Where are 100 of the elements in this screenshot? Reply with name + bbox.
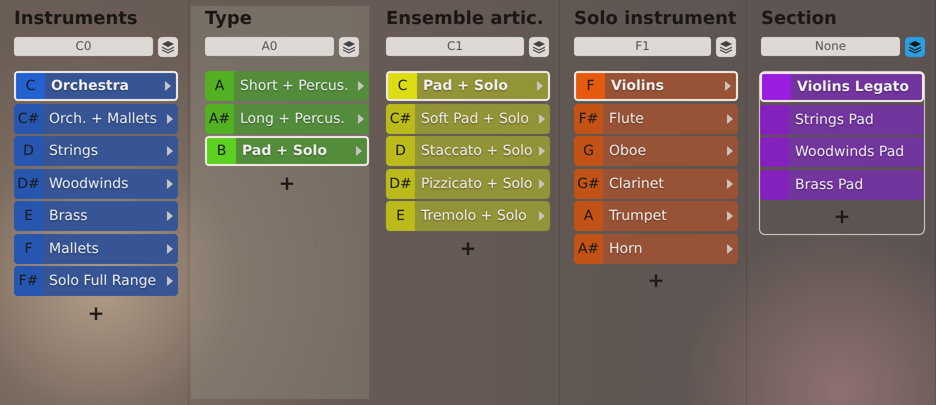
list-item[interactable]: D Strings xyxy=(14,136,178,166)
key-label: D xyxy=(386,136,415,166)
item-label: Staccato + Solo xyxy=(420,143,534,159)
list-item[interactable]: E Tremolo + Solo xyxy=(386,201,550,231)
key-label: C# xyxy=(386,104,415,134)
arrow-icon xyxy=(727,211,733,221)
item-label: Strings xyxy=(48,143,100,159)
item-label: Strings Pad xyxy=(794,112,875,128)
key-label: B xyxy=(207,138,236,164)
item-label: Oboe xyxy=(608,143,648,159)
key-label: G xyxy=(574,136,603,166)
item-label: Horn xyxy=(608,240,644,256)
item-label: Soft Pad + Solo xyxy=(420,110,530,126)
item-label: Mallets xyxy=(48,240,100,256)
key-label: F xyxy=(576,73,605,99)
list-item[interactable]: F# Solo Full Range xyxy=(14,266,178,296)
arrow-icon xyxy=(167,276,173,286)
key-label: C# xyxy=(14,104,43,134)
add-button[interactable]: + xyxy=(270,168,304,196)
key-label: G# xyxy=(574,168,603,198)
arrow-icon xyxy=(358,81,364,91)
item-label: Solo Full Range xyxy=(48,273,158,289)
list-item[interactable]: Brass Pad xyxy=(760,170,924,200)
add-button[interactable]: + xyxy=(80,298,112,326)
arrow-icon xyxy=(356,146,362,156)
key-label: E xyxy=(14,201,43,231)
item-label: Brass Pad xyxy=(794,176,864,192)
arrow-icon xyxy=(537,81,543,91)
layers-icon[interactable] xyxy=(716,37,736,57)
arrow-icon xyxy=(165,81,171,91)
key-label: A# xyxy=(205,104,234,134)
arrow-icon xyxy=(539,211,545,221)
key-label: F xyxy=(14,234,43,264)
arrow-icon xyxy=(725,81,731,91)
list-item[interactable]: Woodwinds Pad xyxy=(760,137,924,167)
list-item[interactable]: A Trumpet xyxy=(574,201,738,231)
list-item[interactable]: C# Orch. + Mallets xyxy=(14,104,178,134)
item-label: Brass xyxy=(48,208,89,224)
arrow-icon xyxy=(539,178,545,188)
key-label: D# xyxy=(14,168,43,198)
layers-icon[interactable] xyxy=(529,37,549,57)
item-label: Violins xyxy=(610,78,665,94)
arrow-icon xyxy=(727,244,733,254)
layers-icon[interactable] xyxy=(905,37,925,57)
column-title: Ensemble artic. xyxy=(386,8,545,31)
arrow-icon xyxy=(167,244,173,254)
key-label: F# xyxy=(574,104,603,134)
list-item[interactable]: D# Pizzicato + Solo xyxy=(386,168,550,198)
item-label: Short + Percus. xyxy=(239,78,350,94)
list-item[interactable]: C# Soft Pad + Solo xyxy=(386,104,550,134)
arrow-icon xyxy=(167,211,173,221)
arrow-icon xyxy=(727,114,733,124)
layers-icon[interactable] xyxy=(158,37,178,57)
column-title: Section xyxy=(761,8,838,31)
key-label: D xyxy=(14,136,43,166)
list-item[interactable]: Strings Pad xyxy=(760,104,924,134)
list-item[interactable]: F# Flute xyxy=(574,104,738,134)
list-item[interactable]: B Pad + Solo xyxy=(205,136,369,166)
layers-icon[interactable] xyxy=(339,37,359,57)
item-label: Orch. + Mallets xyxy=(48,110,158,126)
arrow-icon xyxy=(539,114,545,124)
list-item[interactable]: F Mallets xyxy=(14,234,178,264)
list-item[interactable]: A Short + Percus. xyxy=(205,71,369,101)
column-title: Instruments xyxy=(14,8,139,31)
item-label: Violins Legato xyxy=(796,79,910,95)
key-label: A xyxy=(205,71,234,101)
value-field[interactable]: A0 xyxy=(205,37,334,56)
list-item[interactable]: G# Clarinet xyxy=(574,168,738,198)
item-label: Clarinet xyxy=(608,176,665,192)
arrow-icon xyxy=(727,146,733,156)
list-item[interactable]: A# Horn xyxy=(574,234,738,264)
list-item[interactable]: F Violins xyxy=(574,71,738,101)
arrow-icon xyxy=(539,146,545,156)
item-label: Tremolo + Solo xyxy=(420,208,528,224)
key-label: A xyxy=(574,201,603,231)
value-field[interactable]: None xyxy=(761,37,900,56)
list-item[interactable]: E Brass xyxy=(14,201,178,231)
item-label: Woodwinds xyxy=(48,176,130,192)
list-item[interactable]: C Pad + Solo xyxy=(386,71,550,101)
key-label: A# xyxy=(574,234,603,264)
list-item[interactable]: G Oboe xyxy=(574,136,738,166)
list-item[interactable]: D Staccato + Solo xyxy=(386,136,550,166)
key-label: C xyxy=(388,73,417,99)
column-title: Type xyxy=(205,8,253,31)
list-item[interactable]: C Orchestra xyxy=(14,71,178,101)
value-field[interactable]: C0 xyxy=(14,37,153,56)
arrow-icon xyxy=(358,114,364,124)
arrow-icon xyxy=(167,178,173,188)
list-item[interactable]: A# Long + Percus. xyxy=(205,104,369,134)
key-label: C xyxy=(16,73,45,99)
item-label: Pizzicato + Solo xyxy=(420,176,534,192)
key-label: F# xyxy=(14,266,43,296)
column-title: Solo instrument xyxy=(574,8,736,31)
key-label: D# xyxy=(386,168,415,198)
value-field[interactable]: F1 xyxy=(574,37,711,56)
item-label: Woodwinds Pad xyxy=(794,144,906,160)
list-item[interactable]: D# Woodwinds xyxy=(14,168,178,198)
key-label: E xyxy=(386,201,415,231)
list-item[interactable]: Violins Legato xyxy=(760,72,924,102)
value-field[interactable]: C1 xyxy=(386,37,524,56)
